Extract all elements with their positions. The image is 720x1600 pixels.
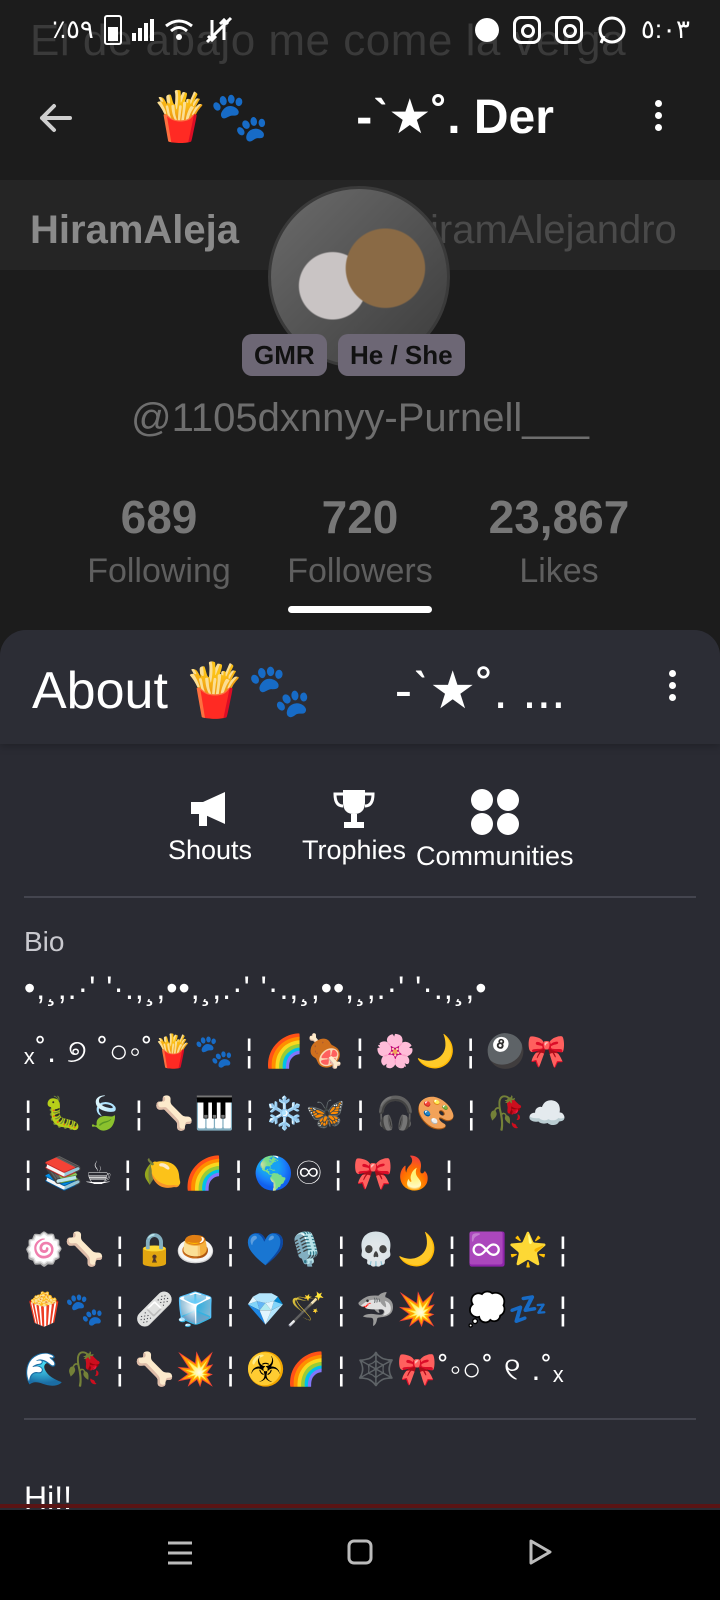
communities-icon [470,789,519,835]
about-title-suffix: -ˋ★˚. ... [394,662,566,720]
about-more-icon[interactable] [664,670,680,710]
about-sheet: About 🍟🐾 -ˋ★˚. ... Shouts Trophies Commu… [0,630,720,1510]
display-name-echo: iramAlejandro [430,208,677,252]
following-label: Following [87,552,231,590]
shouts-button[interactable]: Shouts [168,788,252,866]
bio-line: 🍥🦴 ¦ 🔒🍮 ¦ 💙🎙️ ¦ 💀🌙 ¦ ♾️🌟 ¦ [24,1231,569,1267]
system-nav-bar [0,1510,720,1600]
sheet-drag-handle[interactable] [288,606,432,613]
home-icon[interactable] [346,1538,374,1566]
recents-icon[interactable] [166,1540,194,1566]
followers-label: Followers [287,552,433,590]
divider [24,896,696,898]
username-handle: @1105dxnnyy-Purnell___ [131,396,589,440]
trophies-button[interactable]: Trophies [302,788,406,866]
communities-label: Communities [416,841,574,871]
about-header: About 🍟🐾 -ˋ★˚. ... [0,630,720,744]
stat-followers[interactable]: 720 Followers [265,490,455,591]
trophy-icon [333,790,375,828]
back-triangle-icon[interactable] [526,1538,554,1566]
clock: ٥:٠٣ [640,14,690,44]
display-name: HiramAleja [30,208,239,252]
battery-icon [103,14,122,45]
followers-count: 720 [321,491,399,543]
communities-button[interactable]: Communities [416,788,574,872]
instagram-icon [512,15,541,44]
status-right: ٥:٠٣ [474,14,690,45]
status-bar: ٪٥٩ ٥:٠٣ [0,0,720,64]
battery-percent: ٪٥٩ [52,14,94,44]
shouts-label: Shouts [168,835,253,865]
likes-label: Likes [519,552,599,590]
badge-gamer: GMR [242,334,327,376]
trophies-label: Trophies [302,835,407,865]
bio-label: Bio [24,926,65,957]
title-text: -ˋ★˚. Der [356,91,554,144]
about-title-text: About 🍟🐾 [32,662,312,720]
whatsapp-icon [598,16,626,44]
back-arrow-icon[interactable] [36,98,76,138]
divider [24,1418,696,1420]
bio-line: 🍿🐾 ¦ 🩹🧊 ¦ 💎🪄 ¦ 🦈💥 ¦ 💭💤 ¦ [24,1291,569,1327]
sheet-bottom-edge [0,1504,720,1508]
instagram-icon-2 [554,15,583,44]
bio-line: ¦ 📚☕ ¦ 🍋🌈 ¦ 🌎♾ ¦ 🎀🔥 ¦ [24,1155,455,1191]
bio-line: 🌊🥀 ¦ 🦴💥 ¦ ☣️🌈 ¦ 🕸️🎀˚◦○˚ ୧ .˚ₓ [24,1351,565,1387]
data-off-icon [205,16,232,43]
badge-pronouns: He / She [338,334,465,376]
profile-background: El de abajo me come la verga ٪٥٩ ٥:٠٣ 🍟🐾… [0,0,720,640]
status-left: ٪٥٩ [52,14,234,45]
stat-following[interactable]: 689 Following [64,490,254,591]
bio-line: ¦ 🐛🍃 ¦ 🦴🎹 ¦ ❄️🦋 ¦ 🎧🎨 ¦ 🥀☁️ [24,1095,569,1131]
likes-count: 23,867 [488,491,630,543]
wifi-icon [164,19,193,40]
about-title: About 🍟🐾 -ˋ★˚. ... [32,660,566,721]
bio-line: •,¸,.·' '·.,¸,••,¸,.·' '·.,¸,••,¸,.·' '·… [24,970,488,1006]
megaphone-icon [191,792,226,826]
following-count: 689 [120,491,198,543]
title-emoji: 🍟🐾 [150,91,270,144]
signal-icon [131,18,154,41]
stat-likes[interactable]: 23,867 Likes [464,490,654,591]
notification-dot-icon [474,17,499,42]
profile-title: 🍟🐾 -ˋ★˚. Der [150,88,570,145]
more-options-icon[interactable] [650,100,666,140]
bio-line: ₓ˚. ୭ ˚○◦˚🍟🐾 ¦ 🌈🍖 ¦ 🌸🌙 ¦ 🎱🎀 [24,1033,568,1069]
